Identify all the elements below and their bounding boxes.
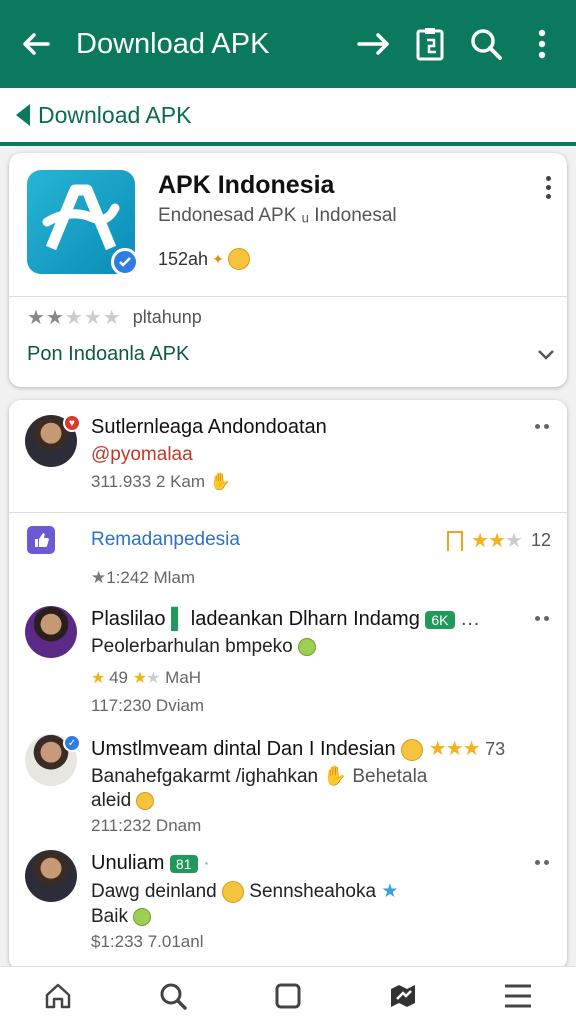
post-meta: ★1:242 Mlam	[91, 568, 196, 587]
app-subtitle: Endonesad APK ᵤ Indonesal	[158, 205, 397, 226]
emoji-icon	[133, 907, 152, 926]
star-icon: ★	[27, 306, 45, 329]
post-body: Banahefgakarmt /ighahkan ✋ Behetala	[91, 766, 428, 787]
page-title: Download APK	[76, 27, 270, 60]
chevron-down-icon	[538, 349, 554, 360]
bottom-nav	[0, 966, 576, 1024]
rating-count: 12	[530, 530, 551, 550]
search-icon[interactable]	[149, 972, 197, 1020]
post-handle[interactable]: @pyomalaa	[91, 444, 193, 466]
tag-badge: 6K	[425, 610, 455, 629]
list-item[interactable]: ✓ Umstlmveam dintal Dan I Indesian ★★★ 7…	[9, 722, 567, 842]
breadcrumb-label: Download APK	[38, 101, 192, 128]
menu-icon[interactable]	[494, 972, 542, 1020]
post-body-continued: aleid	[91, 790, 155, 812]
star-icon: ★	[102, 306, 121, 329]
more-horizontal-icon[interactable]	[535, 860, 549, 865]
star-icon: ★	[83, 306, 102, 329]
verified-badge-icon: ✓	[63, 734, 81, 752]
avatar[interactable]	[25, 850, 77, 902]
breadcrumb[interactable]: Download APK	[0, 88, 576, 146]
post-author[interactable]: Plaslilao ▌ ladeankan Dlharn Indamg 6K …	[91, 608, 480, 631]
more-horizontal-icon[interactable]	[535, 424, 549, 429]
post-body-continued: Baik	[91, 906, 152, 928]
version-dropdown[interactable]: Pon Indoanla APK	[27, 343, 555, 366]
star-icon: ★	[64, 306, 83, 329]
post-rating-line: ★ 49 ★★ MaH	[91, 668, 202, 687]
star-icon: ★	[91, 568, 107, 587]
square-icon[interactable]	[264, 972, 312, 1020]
divider	[9, 296, 567, 297]
post-meta: 311.933 2 Kam ✋	[91, 472, 231, 491]
sparkle-icon: ✦	[212, 250, 224, 267]
app-size: 152ah ✦	[158, 248, 250, 270]
post-meta: $1:233 7.01anl	[91, 932, 204, 951]
apk-logo-icon	[42, 184, 120, 251]
arrow-left-icon[interactable]	[12, 20, 60, 68]
emoji-icon	[221, 880, 244, 903]
home-icon[interactable]	[34, 972, 82, 1020]
post-body: Dawg deinland Sennsheahoka ★	[91, 880, 399, 903]
rating-label: pltahunp	[132, 307, 202, 327]
thumbs-up-icon	[27, 526, 55, 554]
post-author[interactable]: Unuliam 81 ·	[91, 852, 210, 875]
search-icon[interactable]	[462, 20, 510, 68]
caret-left-icon	[16, 104, 30, 126]
post-body: Peolerbarhulan bmpeko	[91, 636, 317, 658]
clipboard-icon[interactable]	[406, 20, 454, 68]
post-meta: 211:232 Dnam	[91, 816, 202, 835]
arrow-right-icon[interactable]	[350, 20, 398, 68]
list-item[interactable]: ♥ Sutlernleaga Andondoatan @pyomalaa 311…	[9, 400, 567, 512]
maps-icon[interactable]	[379, 972, 427, 1020]
more-horizontal-icon[interactable]	[535, 616, 549, 621]
app-bar: Download APK	[0, 0, 576, 88]
emoji-icon	[401, 738, 424, 761]
heart-badge-icon: ♥	[63, 414, 81, 432]
list-item[interactable]: Plaslilao ▌ ladeankan Dlharn Indamg 6K ……	[9, 592, 567, 722]
post-meta: 117:230 Dviam	[91, 696, 205, 715]
wave-hand-icon: ✋	[209, 472, 231, 491]
tag-badge: 81	[169, 854, 198, 873]
list-item[interactable]: Remadanpedesia ★★★ 12 ★1:242 Mlam	[9, 512, 567, 592]
feed-card: ♥ Sutlernleaga Andondoatan @pyomalaa 311…	[9, 400, 567, 970]
star-icon: ★	[45, 306, 64, 329]
app-name: APK Indonesia	[158, 171, 335, 199]
bar-icon: ▌	[171, 608, 186, 630]
post-rating: ★★★ 12	[447, 528, 551, 553]
more-vertical-icon[interactable]	[518, 20, 566, 68]
rating-stars: ★ ★ ★ ★ ★	[27, 308, 121, 328]
app-more-icon[interactable]	[545, 176, 551, 199]
post-author[interactable]: Sutlernleaga Andondoatan	[91, 416, 327, 439]
list-item[interactable]: Unuliam 81 · Dawg deinland Sennsheahoka …	[9, 842, 567, 970]
app-card[interactable]: APK Indonesia Endonesad APK ᵤ Indonesal …	[9, 153, 567, 387]
app-size-text: 152ah	[158, 248, 209, 269]
wave-hand-icon: ✋	[323, 766, 348, 787]
verified-icon	[111, 248, 139, 276]
emoji-icon	[136, 791, 155, 810]
post-author[interactable]: Umstlmveam dintal Dan I Indesian ★★★ 73	[91, 736, 505, 761]
bookmark-icon[interactable]	[447, 530, 464, 551]
dropdown-value: Pon Indoanla APK	[27, 343, 190, 365]
emoji-icon	[298, 637, 317, 656]
emoji-icon	[227, 248, 250, 270]
app-icon	[27, 170, 139, 276]
star-icon: ★	[381, 881, 399, 902]
post-author[interactable]: Remadanpedesia	[91, 529, 240, 551]
avatar[interactable]	[25, 606, 77, 658]
rating-row: ★ ★ ★ ★ ★ pltahunp	[27, 307, 202, 328]
